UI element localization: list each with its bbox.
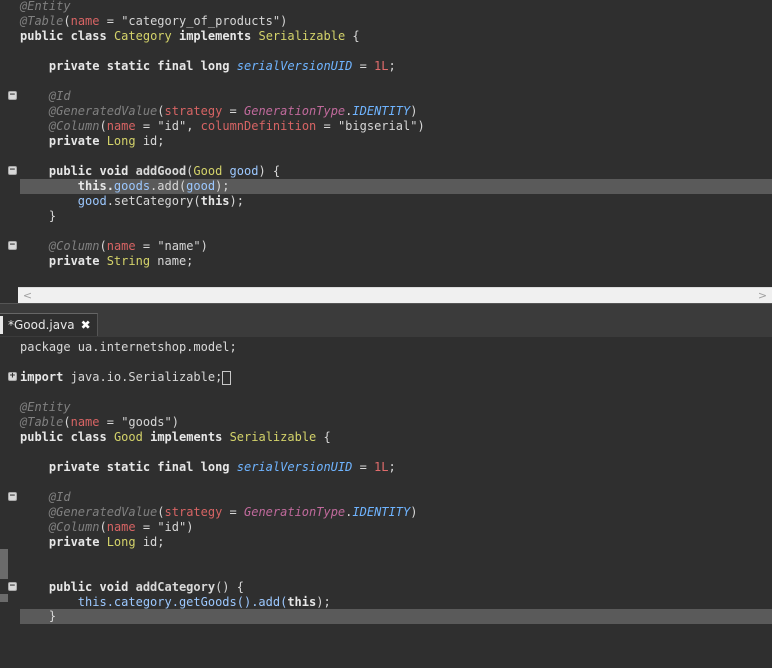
close-icon[interactable]: ✖ (81, 318, 91, 332)
code-line[interactable]: @Entity (20, 0, 71, 14)
editor-gutter (0, 337, 18, 668)
code-line[interactable]: @Table(name = "category_of_products") (20, 14, 287, 29)
tab-label: *Good.java (8, 318, 75, 332)
code-line[interactable]: private Long id; (20, 134, 165, 149)
code-line[interactable]: @Id (20, 89, 71, 104)
code-line[interactable]: @GeneratedValue(strategy = GenerationTyp… (20, 104, 418, 119)
editor-category-java[interactable]: − − − @Entity @Table(name = "category_of… (0, 0, 772, 286)
tab-good-java[interactable]: *Good.java ✖ (0, 313, 98, 336)
code-line[interactable]: package ua.internetshop.model; (20, 340, 237, 355)
code-line[interactable]: private Long id; (20, 535, 165, 550)
collapsed-region-icon[interactable] (222, 370, 232, 385)
code-line[interactable]: private static final long serialVersionU… (20, 59, 396, 74)
code-line[interactable]: @GeneratedValue(strategy = GenerationTyp… (20, 505, 418, 520)
editor-tab-bar: *Good.java ✖ (0, 303, 772, 338)
code-line[interactable]: private String name; (20, 254, 194, 269)
code-line[interactable]: public void addCategory() { (20, 580, 244, 595)
code-line[interactable]: @Column(name = "id", columnDefinition = … (20, 119, 425, 134)
code-line[interactable]: good.setCategory(this); (20, 194, 244, 209)
code-line[interactable]: @Column(name = "name") (20, 239, 208, 254)
fold-toggle-icon[interactable]: − (8, 166, 17, 175)
fold-toggle-icon[interactable]: − (8, 241, 17, 250)
code-line[interactable]: public void addGood(Good good) { (20, 164, 280, 179)
code-line[interactable]: @Id (20, 490, 71, 505)
code-line[interactable]: @Column(name = "id") (20, 520, 194, 535)
fold-toggle-icon[interactable]: − (8, 582, 17, 591)
code-line[interactable]: @Table(name = "goods") (20, 415, 179, 430)
code-line[interactable]: public class Category implements Seriali… (20, 29, 360, 44)
editor-good-java[interactable]: + − − package ua.internetshop.model; imp… (0, 337, 772, 668)
code-line[interactable]: public class Good implements Serializabl… (20, 430, 331, 445)
active-tab-marker (0, 316, 3, 334)
code-line[interactable]: } (20, 609, 56, 624)
horizontal-scrollbar[interactable]: < > (18, 287, 772, 303)
fold-toggle-icon[interactable]: − (8, 492, 17, 501)
code-line[interactable]: private static final long serialVersionU… (20, 460, 396, 475)
expand-toggle-icon[interactable]: + (8, 372, 17, 381)
scroll-left-icon[interactable]: < (20, 288, 35, 303)
code-line[interactable]: @Entity (20, 400, 71, 415)
current-line-highlight (20, 609, 772, 624)
fold-toggle-icon[interactable]: − (8, 91, 17, 100)
change-marker (0, 594, 8, 602)
change-marker (0, 549, 8, 579)
scroll-right-icon[interactable]: > (755, 288, 770, 303)
code-line[interactable]: import java.io.Serializable; (20, 370, 232, 385)
code-line[interactable]: this.category.getGoods().add(this); (20, 595, 331, 610)
code-line[interactable]: this.goods.add(good); (20, 179, 230, 194)
code-line[interactable]: } (20, 209, 56, 224)
